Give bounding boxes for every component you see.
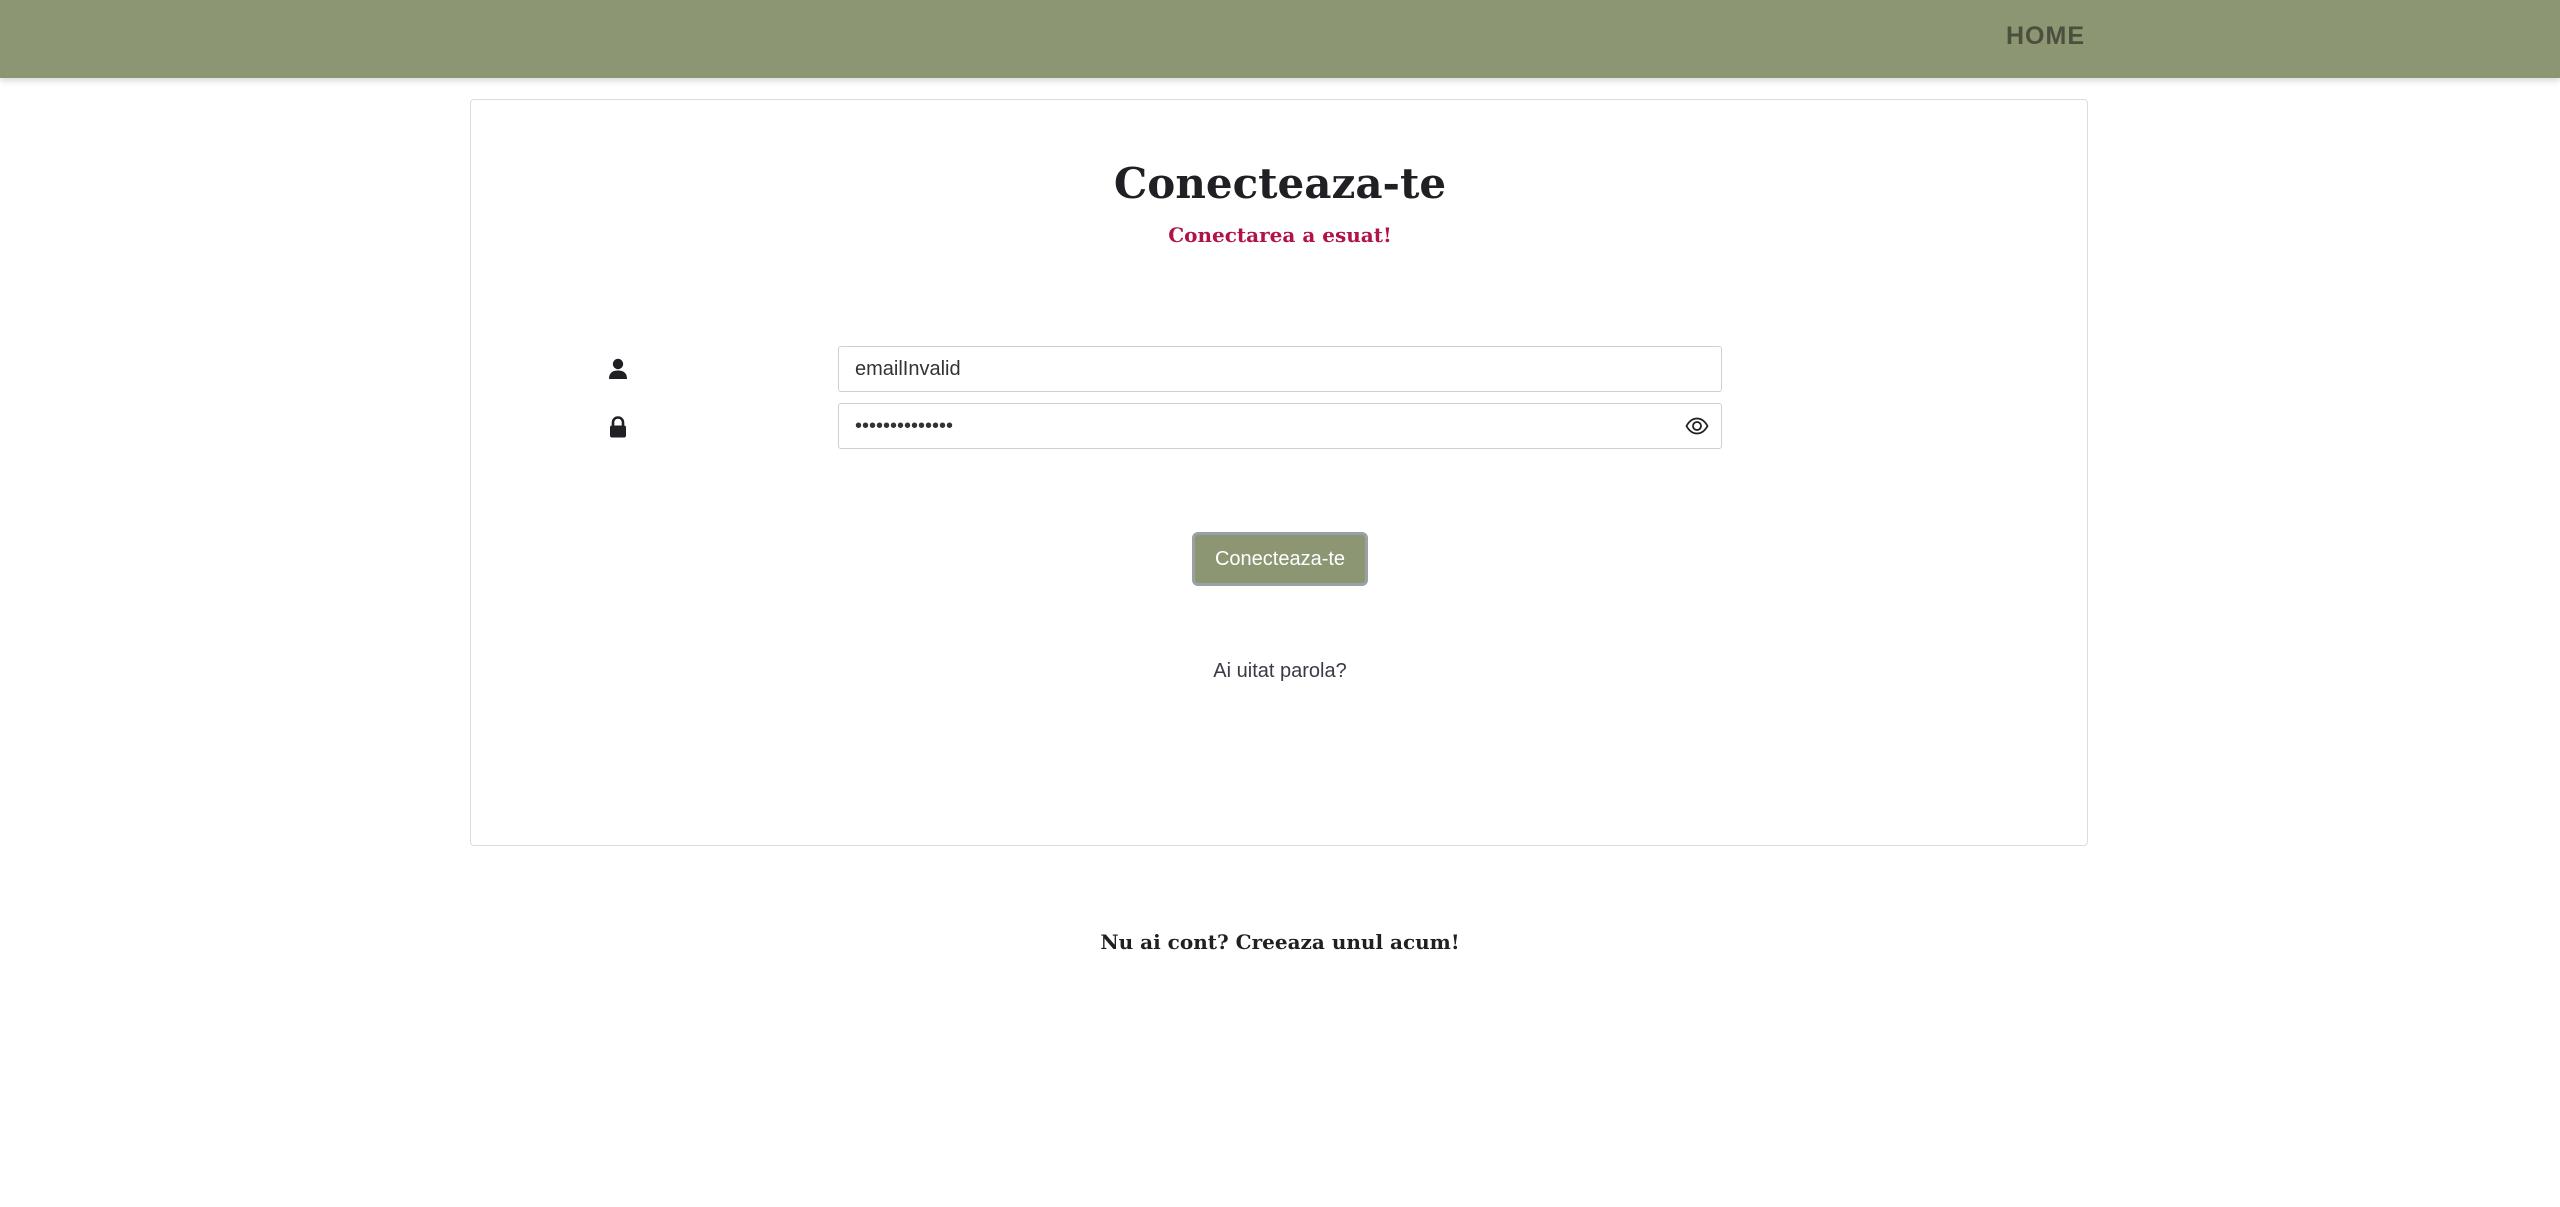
top-navbar: HOME xyxy=(0,0,2560,78)
login-button[interactable]: Conecteaza-te xyxy=(1192,532,1368,586)
password-field[interactable] xyxy=(838,403,1722,449)
signup-link[interactable]: Creeaza unul acum! xyxy=(1236,930,1460,954)
toggle-password-visibility-button[interactable] xyxy=(1683,413,1711,439)
login-card xyxy=(470,99,2088,846)
signup-prompt-text: Nu ai cont? xyxy=(1100,930,1229,954)
email-field[interactable] xyxy=(838,346,1722,392)
signup-prompt: Nu ai cont? Creeaza unul acum! xyxy=(0,930,2560,954)
nav-home-link[interactable]: HOME xyxy=(2006,22,2085,51)
eye-icon xyxy=(1685,417,1709,435)
lock-icon xyxy=(607,416,629,438)
forgot-password-link[interactable]: Ai uitat parola? xyxy=(1213,660,1346,682)
user-icon xyxy=(607,358,629,380)
error-message: Conectarea a esuat! xyxy=(1168,223,1392,247)
page-title: Conecteaza-te xyxy=(1113,159,1447,208)
forgot-password-row: Ai uitat parola? xyxy=(0,660,2560,683)
